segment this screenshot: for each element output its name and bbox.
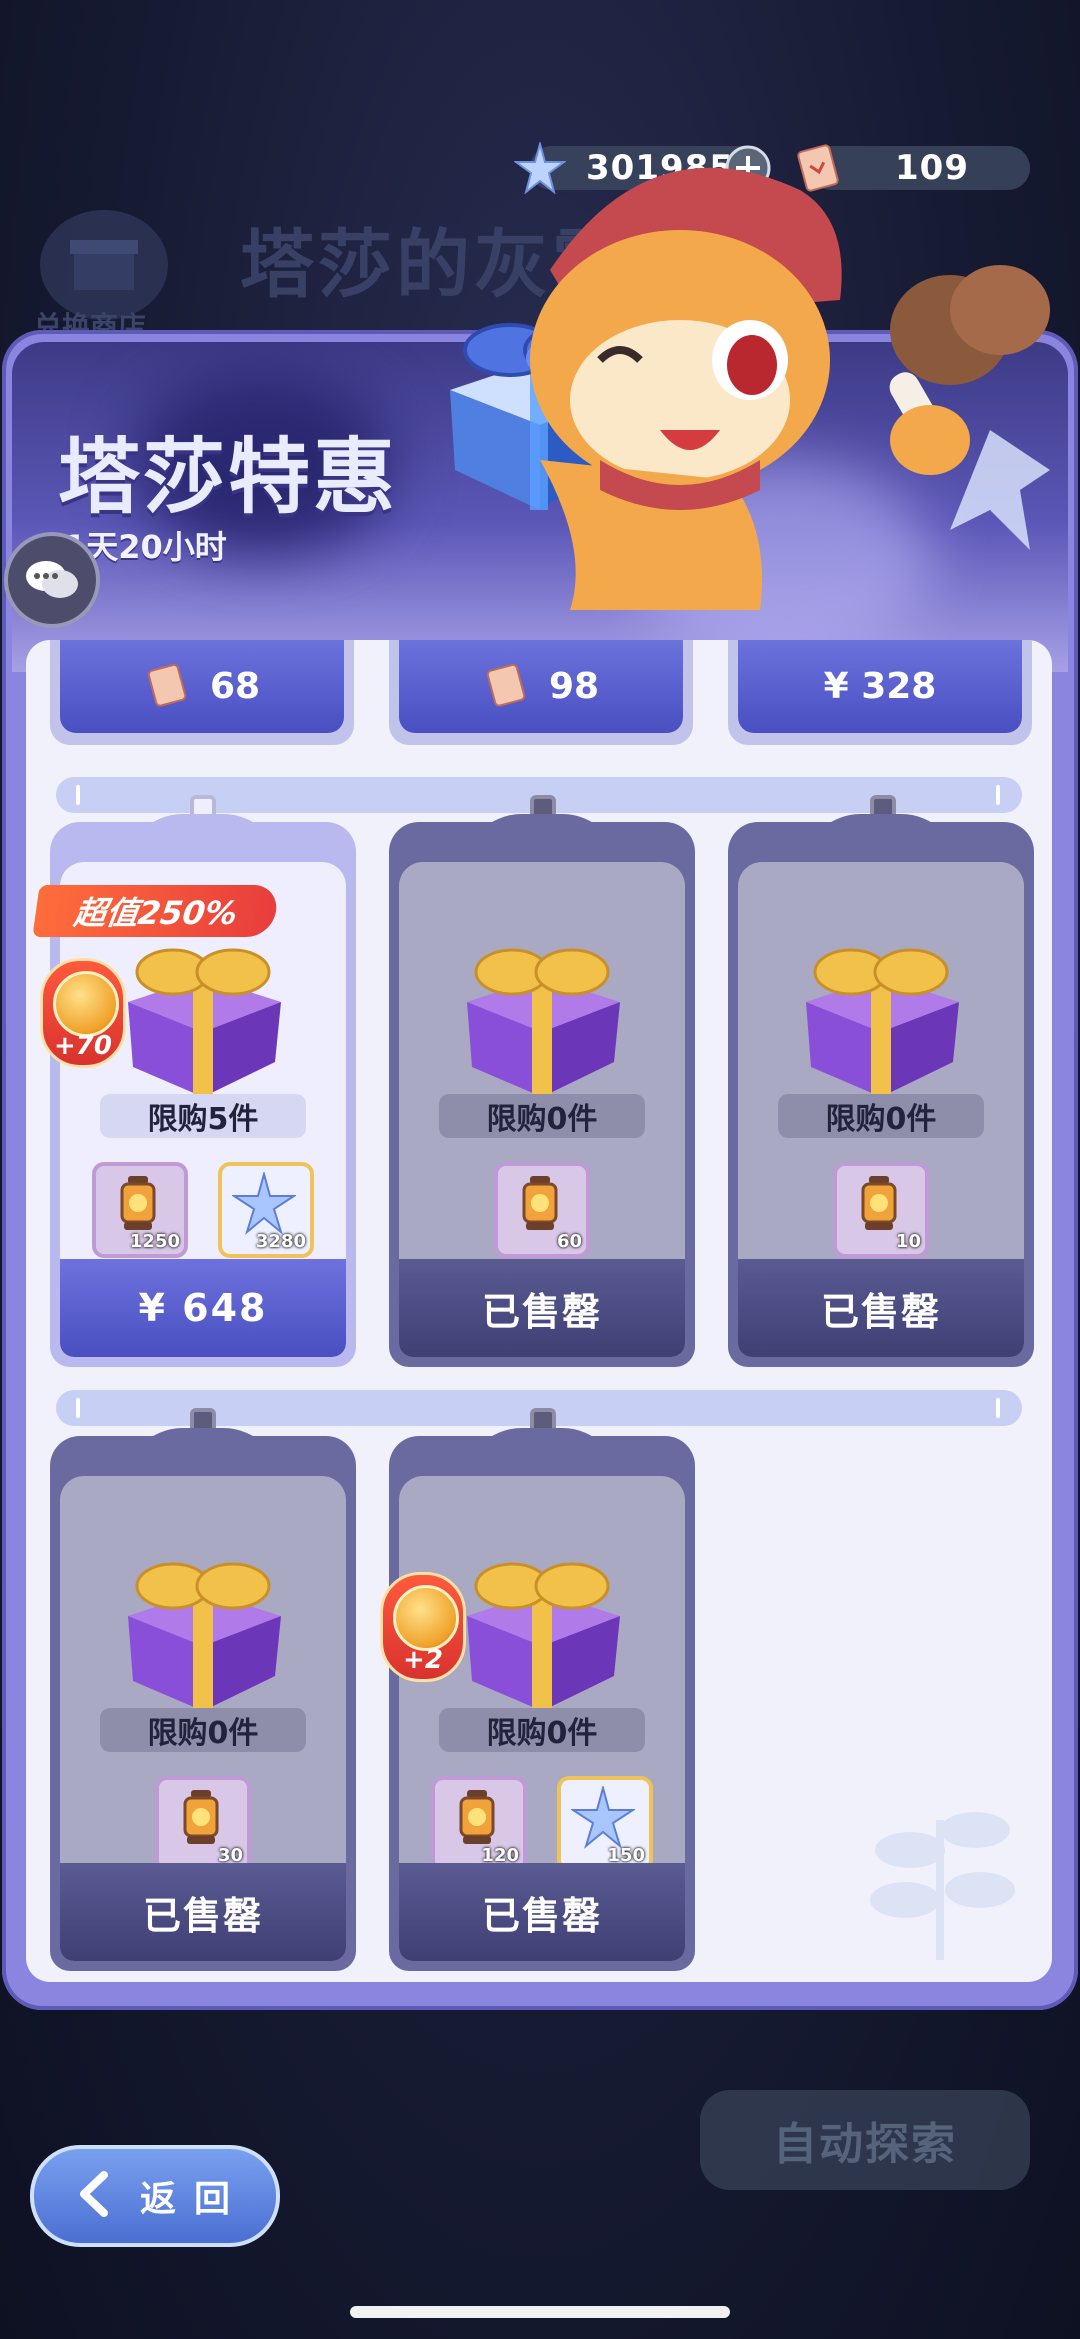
- value-ribbon: 超值250%: [32, 885, 280, 937]
- lantern-item[interactable]: 1250: [92, 1162, 188, 1258]
- gift-box-icon: [806, 948, 959, 1097]
- bonus-badge: +70: [40, 958, 126, 1068]
- lantern-item[interactable]: 30: [155, 1776, 251, 1872]
- price-value: 98: [548, 666, 600, 707]
- back-button[interactable]: 返回: [30, 2145, 280, 2247]
- coin-icon: [53, 971, 119, 1037]
- plant-decoration: [850, 1760, 1030, 1964]
- purchase-limit: 限购0件: [439, 1094, 645, 1138]
- purchase-limit: 限购5件: [100, 1094, 306, 1138]
- sold-out-label: 已售罄: [60, 1863, 346, 1961]
- gift-box-icon: [467, 1562, 620, 1711]
- shop-icon[interactable]: [40, 210, 168, 320]
- lantern-icon: [183, 1790, 219, 1844]
- purchase-limit: 限购0件: [778, 1094, 984, 1138]
- lantern-icon: [861, 1176, 897, 1230]
- item-quantity: 1250: [129, 1231, 180, 1252]
- price-value: ¥ 328: [823, 666, 937, 707]
- sold-out-label: 已售罄: [399, 1259, 685, 1357]
- home-indicator[interactable]: [350, 2306, 730, 2318]
- bonus-badge: +2: [380, 1572, 466, 1682]
- price-card-3[interactable]: ¥ 328: [728, 640, 1032, 745]
- back-arrow-icon: [74, 2169, 120, 2223]
- product-card[interactable]: 限购0件 60 已售罄: [389, 814, 695, 1367]
- ticket-icon: [483, 663, 531, 711]
- price-card-1[interactable]: 68: [50, 640, 354, 745]
- star-crystal-icon: [232, 1172, 296, 1235]
- back-label: 返回: [140, 2179, 249, 2220]
- star-crystal-item[interactable]: 3280: [218, 1162, 314, 1258]
- lantern-icon: [120, 1176, 156, 1230]
- banner-title: 塔莎特惠: [58, 430, 399, 525]
- item-quantity: 3280: [255, 1231, 306, 1252]
- purchase-limit: 限购0件: [439, 1708, 645, 1752]
- gift-box-icon: [467, 948, 620, 1097]
- coin-icon: [393, 1585, 459, 1651]
- lantern-icon: [459, 1790, 495, 1844]
- star-crystal-icon: [571, 1786, 635, 1849]
- product-card[interactable]: 限购0件 10 已售罄: [728, 814, 1034, 1367]
- bonus-amount: +70: [54, 1031, 112, 1061]
- price-card-2[interactable]: 98: [389, 640, 693, 745]
- product-card[interactable]: 限购0件 30 已售罄: [50, 1428, 356, 1971]
- mascot-character: [430, 130, 1080, 634]
- star-crystal-item[interactable]: 150: [557, 1776, 653, 1872]
- lantern-icon: [522, 1176, 558, 1230]
- lantern-item[interactable]: 60: [494, 1162, 590, 1258]
- price-value: 68: [209, 666, 261, 707]
- auto-explore-button[interactable]: 自动探索: [700, 2090, 1030, 2190]
- purchase-limit: 限购0件: [100, 1708, 306, 1752]
- lantern-item[interactable]: 120: [431, 1776, 527, 1872]
- chat-icon[interactable]: [4, 532, 100, 628]
- gift-box-icon: [128, 1562, 281, 1711]
- sold-out-label: 已售罄: [738, 1259, 1024, 1357]
- buy-button[interactable]: ¥ 648: [60, 1259, 346, 1357]
- item-quantity: 60: [556, 1231, 582, 1252]
- item-quantity: 10: [895, 1231, 921, 1252]
- product-card[interactable]: 限购0件 120 150 已售罄: [389, 1428, 695, 1971]
- gift-box-icon: [128, 948, 281, 1097]
- ticket-icon: [144, 663, 192, 711]
- bonus-amount: +2: [403, 1645, 443, 1675]
- lantern-item[interactable]: 10: [833, 1162, 929, 1258]
- sold-out-label: 已售罄: [399, 1863, 685, 1961]
